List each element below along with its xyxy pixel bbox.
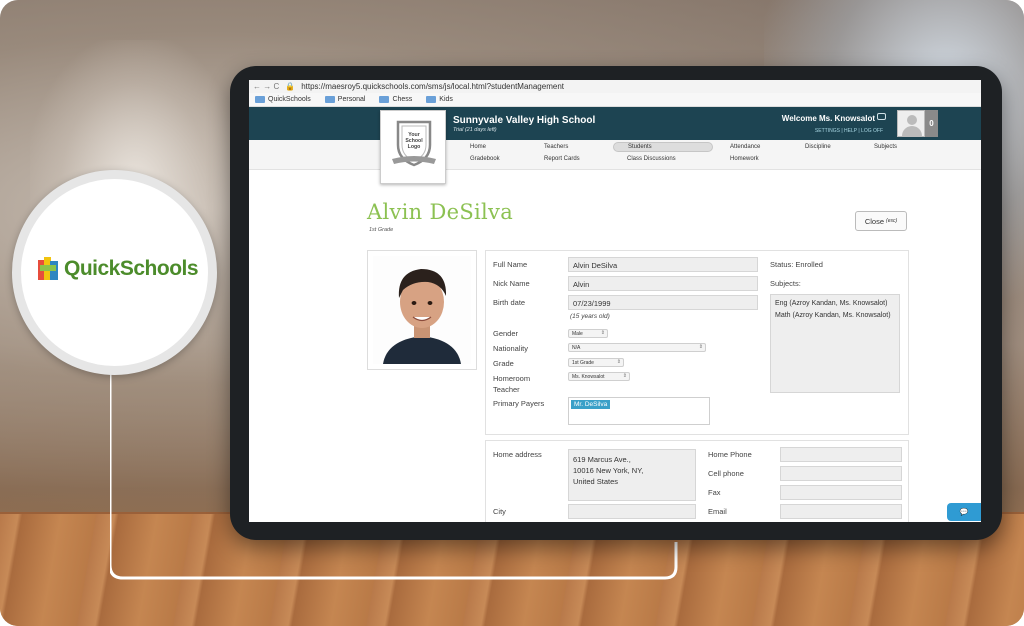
books-icon: [38, 257, 60, 281]
email-field[interactable]: [780, 504, 902, 519]
birth-date-field[interactable]: 07/23/1999: [568, 295, 758, 310]
svg-text:Logo: Logo: [408, 144, 421, 150]
gender-label: Gender: [493, 329, 519, 338]
nationality-select[interactable]: N/A: [568, 343, 706, 352]
nationality-label: Nationality: [493, 344, 529, 353]
home-phone-field[interactable]: [780, 447, 902, 462]
app-header: Sunnyvale Valley High School Trial (21 d…: [249, 107, 981, 140]
menu-teachers[interactable]: Teachers: [544, 144, 568, 150]
home-address-label: Home address: [493, 450, 542, 459]
welcome-text: Welcome Ms. Knowsalot: [781, 114, 875, 123]
folder-icon: [426, 96, 437, 103]
bookmark-chess[interactable]: Chess: [379, 96, 412, 103]
full-name-label: Full Name: [493, 260, 528, 269]
menu-gradebook[interactable]: Gradebook: [470, 156, 500, 162]
status-text: Status: Enrolled: [770, 260, 823, 269]
header-links[interactable]: SETTINGS | HELP | LOG OFF: [815, 128, 883, 134]
main-menu: Home Teachers Students Attendance Discip…: [249, 140, 981, 170]
notification-count[interactable]: 0: [925, 110, 938, 137]
payer-tag[interactable]: Mr. DeSilva: [571, 400, 611, 409]
subjects-box[interactable]: Eng (Azroy Kandan, Ms. Knowsalot) Math (…: [770, 294, 900, 393]
subjects-label: Subjects:: [770, 279, 801, 288]
brand-name: QuickSchools: [64, 257, 199, 280]
folder-icon: [324, 96, 335, 103]
tablet-screen: ← → C 🔒 https://maesroy5.quickschools.co…: [249, 80, 981, 522]
menu-discipline[interactable]: Discipline: [805, 144, 831, 150]
school-logo: Your School Logo: [380, 110, 446, 184]
menu-students[interactable]: Students: [613, 142, 713, 152]
city-field[interactable]: [568, 504, 696, 519]
fax-field[interactable]: [780, 485, 902, 500]
age-hint: (15 years old): [570, 313, 610, 320]
bookmark-quickschools[interactable]: QuickSchools: [255, 96, 311, 103]
menu-class-discussions[interactable]: Class Discussions: [627, 156, 676, 162]
gender-select[interactable]: Male: [568, 329, 608, 338]
nick-name-field[interactable]: Alvin: [568, 276, 758, 291]
grade-label: Grade: [493, 359, 514, 368]
menu-homework[interactable]: Homework: [730, 156, 759, 162]
full-name-field[interactable]: Alvin DeSilva: [568, 257, 758, 272]
home-address-field[interactable]: 619 Marcus Ave., 10016 New York, NY, Uni…: [568, 449, 696, 501]
bookmarks-bar: QuickSchools Personal Chess Kids: [249, 93, 981, 107]
student-grade: 1st Grade: [369, 227, 394, 233]
lock-icon: 🔒: [285, 82, 296, 91]
menu-attendance[interactable]: Attendance: [730, 144, 760, 150]
chat-icon: 💬: [959, 509, 969, 516]
quickschools-logo: QuickSchools: [38, 257, 199, 281]
birth-date-label: Birth date: [493, 298, 526, 307]
menu-report-cards[interactable]: Report Cards: [544, 156, 580, 162]
email-label: Email: [708, 507, 727, 516]
home-phone-label: Home Phone: [708, 450, 752, 459]
student-details-panel: Full Name Alvin DeSilva Nick Name Alvin …: [485, 250, 909, 435]
chat-button[interactable]: 💬: [947, 503, 981, 521]
menu-home[interactable]: Home: [470, 144, 486, 150]
bookmark-personal[interactable]: Personal: [324, 96, 365, 103]
trial-notice: Trial (21 days left): [453, 127, 497, 133]
cell-phone-label: Cell phone: [708, 469, 744, 478]
avatar[interactable]: [897, 110, 925, 137]
city-label: City: [493, 507, 506, 516]
payers-label: Primary Payers: [493, 399, 545, 408]
bookmark-kids[interactable]: Kids: [426, 96, 453, 103]
homeroom-label: Homeroom Teacher: [493, 374, 531, 394]
menu-subjects[interactable]: Subjects: [874, 144, 897, 150]
close-button[interactable]: Close (esc): [855, 211, 907, 231]
fax-label: Fax: [708, 488, 721, 497]
homeroom-select[interactable]: Ms. Knowsalot: [568, 372, 630, 381]
message-icon[interactable]: [877, 113, 886, 120]
url-text[interactable]: https://maesroy5.quickschools.com/sms/js…: [301, 82, 564, 91]
school-name: Sunnyvale Valley High School: [453, 115, 596, 126]
folder-icon: [255, 96, 265, 103]
crest-icon: Your School Logo: [392, 120, 436, 167]
browser-url-bar[interactable]: ← → C 🔒 https://maesroy5.quickschools.co…: [249, 80, 981, 93]
payers-input[interactable]: Mr. DeSilva: [568, 397, 710, 425]
cell-phone-field[interactable]: [780, 466, 902, 481]
student-portrait: [383, 269, 461, 364]
back-forward-icon[interactable]: ← → C: [253, 82, 279, 91]
student-name: Alvin DeSilva: [367, 200, 514, 224]
student-photo[interactable]: [367, 250, 477, 370]
nick-name-label: Nick Name: [493, 279, 530, 288]
grade-select[interactable]: 1st Grade: [568, 358, 624, 367]
address-panel: Home address 619 Marcus Ave., 10016 New …: [485, 440, 909, 522]
folder-icon: [379, 96, 390, 103]
